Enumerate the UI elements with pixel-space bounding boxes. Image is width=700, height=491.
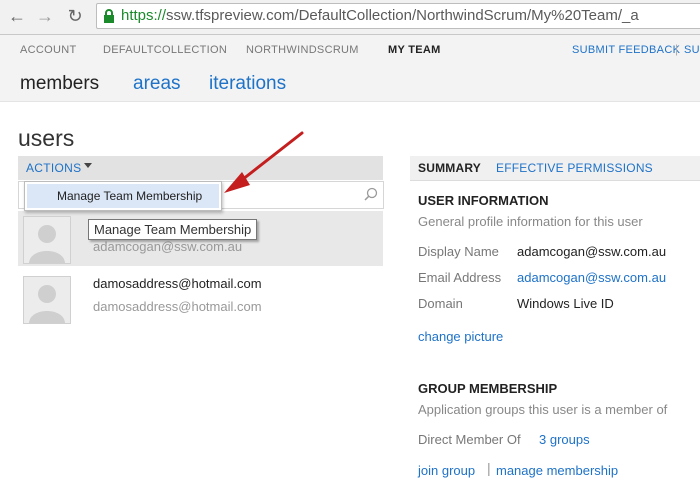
tooltip: Manage Team Membership [88, 219, 258, 240]
back-arrow-icon[interactable]: ← [6, 5, 28, 27]
email-address-link[interactable]: adamcogan@ssw.com.au [517, 270, 666, 285]
user-information-heading: USER INFORMATION [418, 193, 549, 208]
nav-account[interactable]: ACCOUNT [20, 44, 77, 56]
reload-icon[interactable]: ↻ [64, 5, 86, 27]
groups-count-link[interactable]: 3 groups [539, 432, 590, 447]
tab-effective-permissions[interactable]: EFFECTIVE PERMISSIONS [496, 161, 653, 175]
url-path: ssw.tfspreview.com/DefaultCollection/Nor… [166, 7, 639, 24]
person-silhouette-icon [29, 285, 65, 323]
users-title: users [18, 125, 75, 151]
email-address-label: Email Address [418, 270, 502, 285]
actions-menu-button[interactable]: ACTIONS [26, 161, 81, 175]
annotation-arrow-icon [224, 131, 304, 193]
group-membership-heading: GROUP MEMBERSHIP [418, 381, 558, 396]
menu-item-label: Manage Team Membership [57, 189, 203, 203]
avatar [23, 276, 71, 324]
display-name-value: adamcogan@ssw.com.au [517, 244, 667, 259]
submit-feedback-link[interactable]: SUBMIT FEEDBACK [572, 44, 680, 56]
nav-defaultcollection[interactable]: DEFAULTCOLLECTION [103, 44, 227, 56]
domain-value: Windows Live ID [517, 296, 614, 311]
forward-arrow-icon[interactable]: → [34, 5, 56, 27]
search-icon[interactable] [364, 187, 378, 201]
group-membership-description: Application groups this user is a member… [418, 402, 668, 417]
nav-northwindscrum[interactable]: NORTHWINDSCRUM [246, 44, 359, 56]
display-name-label: Display Name [418, 244, 499, 259]
actions-bar: ACTIONS [18, 156, 383, 180]
avatar [23, 216, 71, 264]
direct-member-of-label: Direct Member Of [418, 432, 521, 447]
user-email: damosaddress@hotmail.com [93, 299, 262, 314]
browser-toolbar: ← → ↻ https://ssw.tfspreview.com/Default… [0, 0, 700, 35]
hub-iterations[interactable]: iterations [209, 73, 286, 95]
manage-team-membership-menu-item[interactable]: Manage Team Membership [27, 184, 219, 208]
actions-dropdown-menu: Manage Team Membership [24, 181, 222, 211]
address-bar[interactable]: https://ssw.tfspreview.com/DefaultCollec… [96, 3, 700, 29]
summary-tabs: SUMMARY EFFECTIVE PERMISSIONS [410, 156, 700, 181]
url-text: https://ssw.tfspreview.com/DefaultCollec… [121, 4, 639, 28]
url-scheme: https:// [121, 7, 167, 24]
link-separator: | [487, 460, 491, 476]
user-email: adamcogan@ssw.com.au [93, 239, 243, 254]
caret-down-icon[interactable] [84, 163, 92, 168]
person-silhouette-icon [29, 225, 65, 263]
hub-navigation: members areas iterations [0, 65, 700, 102]
lock-icon [104, 9, 114, 23]
nav-cut-link[interactable]: SU [684, 44, 700, 56]
user-information-description: General profile information for this use… [418, 214, 643, 229]
user-row[interactable]: damosaddress@hotmail.com damosaddress@ho… [18, 271, 383, 326]
user-name: damosaddress@hotmail.com [93, 276, 262, 291]
nav-my-team[interactable]: MY TEAM [388, 44, 441, 56]
hub-areas[interactable]: areas [133, 73, 181, 95]
nav-separator: | [675, 42, 679, 56]
manage-membership-link[interactable]: manage membership [496, 463, 618, 478]
domain-label: Domain [418, 296, 463, 311]
top-navigation: ACCOUNT DEFAULTCOLLECTION NORTHWINDSCRUM… [0, 35, 700, 65]
hub-members[interactable]: members [20, 73, 99, 95]
tab-summary[interactable]: SUMMARY [418, 161, 481, 175]
join-group-link[interactable]: join group [418, 463, 475, 478]
change-picture-link[interactable]: change picture [418, 329, 503, 344]
